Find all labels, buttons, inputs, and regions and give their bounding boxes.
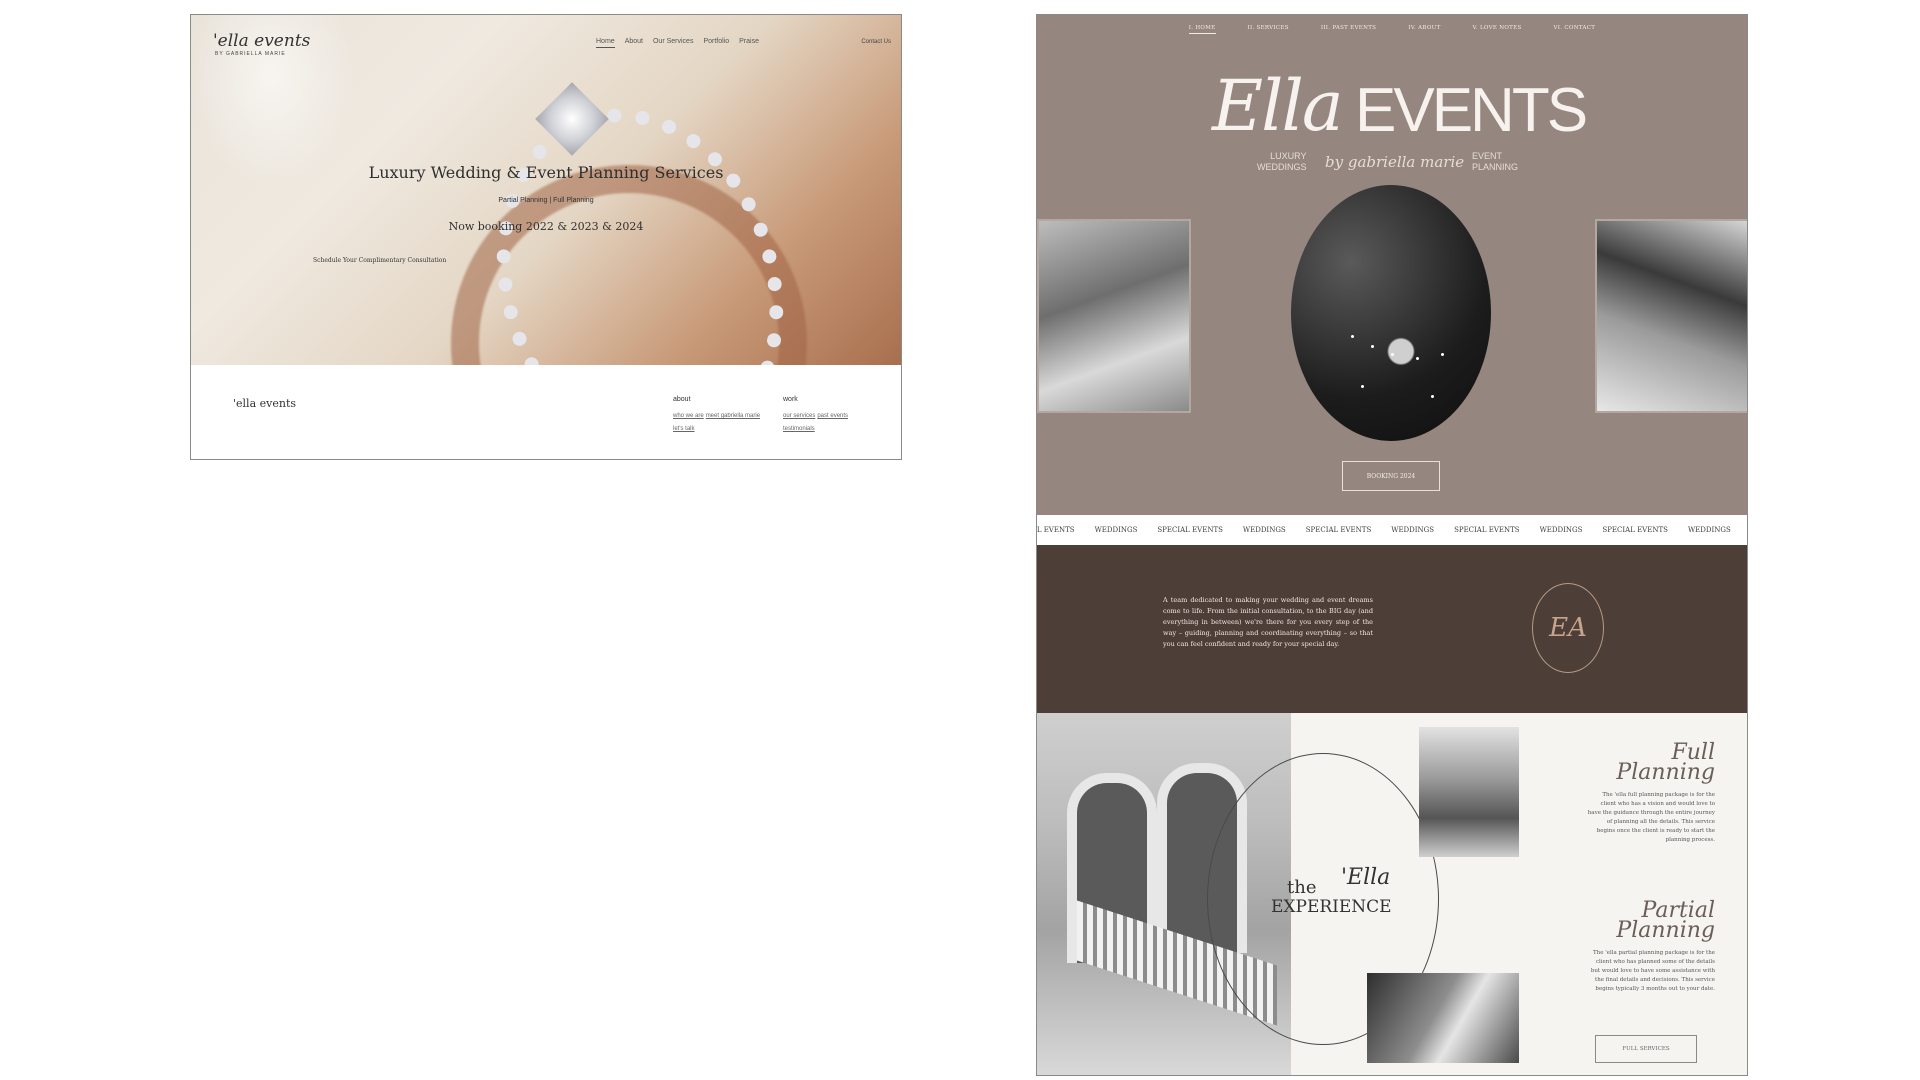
partial-planning-text: The 'ella partial planning package is fo…	[1590, 950, 1715, 992]
full-planning-title: Full Planning	[1616, 740, 1715, 785]
footer-link-our-services[interactable]: our services	[783, 413, 815, 419]
brand-script: Ella	[1212, 65, 1344, 147]
ticker-item: WEDDINGS	[1687, 526, 1731, 534]
ticker-item: SPECIAL EVENTS	[1454, 526, 1520, 534]
hero-ring-photo	[191, 15, 901, 365]
nav-portfolio[interactable]: Portfolio	[703, 38, 729, 48]
string-light	[1351, 335, 1354, 338]
site-logo-subtitle: BY GABRIELLA MARIE	[215, 51, 286, 57]
ceremony-photo	[1419, 727, 1519, 857]
ticker-item: SPECIAL EVENTS	[1305, 526, 1372, 534]
footer-link-past-events[interactable]: past events	[817, 413, 848, 419]
footer-link-lets-talk[interactable]: let's talk	[673, 426, 695, 432]
string-light	[1361, 385, 1364, 388]
ticker-item: SPECIAL EVENTS	[1157, 526, 1223, 534]
ticker-item: IAL EVENTS	[1037, 526, 1075, 534]
nav-home[interactable]: I. HOME	[1188, 25, 1216, 34]
ticker-item: WEDDINGS	[1539, 526, 1583, 534]
nav-about[interactable]: About	[625, 38, 643, 48]
partial-planning-title: Partial Planning	[1616, 898, 1715, 943]
venue-night-oval-photo	[1291, 185, 1491, 441]
tagline-left-line: LUXURY	[1270, 151, 1307, 161]
footer-col-title: work	[783, 396, 798, 403]
ticker-item: SPECIAL EVENTS	[1602, 526, 1668, 534]
full-services-button[interactable]: FULL SERVICES	[1595, 1035, 1697, 1063]
experience-heading: EXPERIENCE	[1271, 897, 1392, 917]
tagline-right-line: PLANNING	[1472, 162, 1519, 172]
string-light	[1441, 353, 1444, 356]
string-light	[1391, 353, 1394, 356]
footer-logo[interactable]: 'ella events	[233, 397, 296, 410]
before-website-mock: 'ella events BY GABRIELLA MARIE Home Abo…	[190, 14, 902, 460]
main-nav: I. HOME II. SERVICES III. PAST EVENTS IV…	[1037, 25, 1747, 34]
nav-our-services[interactable]: Our Services	[653, 38, 693, 48]
site-logo[interactable]: 'ella events	[213, 31, 310, 51]
tagline-left: LUXURY WEDDINGS	[1257, 151, 1307, 173]
brand-caps: EVENTS	[1355, 76, 1588, 145]
footer-link-testimonials[interactable]: testimonials	[783, 426, 815, 432]
contact-us-link[interactable]: Contact Us	[861, 39, 891, 45]
footer-col-work: work our services past events testimonial…	[783, 396, 850, 436]
footer-link-who-we-are[interactable]: who we are	[673, 413, 704, 419]
ticker-item: WEDDINGS	[1094, 526, 1138, 534]
intro-text: A team dedicated to making your wedding …	[1163, 596, 1373, 648]
nav-home[interactable]: Home	[596, 38, 615, 48]
monogram-logo: EA	[1532, 583, 1604, 673]
tagline-left-line: WEDDINGS	[1257, 162, 1307, 172]
ticker-item: WEDDINGS	[1391, 526, 1435, 534]
ring-pave-shape	[452, 70, 828, 365]
booking-text: Now booking 2022 & 2023 & 2024	[448, 220, 644, 233]
after-website-mock: I. HOME II. SERVICES III. PAST EVENTS IV…	[1036, 14, 1748, 1076]
experience-the: the	[1287, 877, 1317, 898]
main-nav: Home About Our Services Portfolio Praise	[596, 38, 759, 48]
couple-kiss-photo	[1595, 219, 1747, 413]
nav-about[interactable]: IV. ABOUT	[1408, 25, 1440, 34]
tagline-right: EVENT PLANNING	[1472, 151, 1518, 173]
string-light	[1371, 345, 1374, 348]
experience-script: 'Ella	[1341, 865, 1391, 890]
intro-band: A team dedicated to making your wedding …	[1037, 545, 1747, 713]
services-ticker: IAL EVENTS WEDDINGS SPECIAL EVENTS WEDDI…	[1037, 515, 1747, 545]
nav-past-events[interactable]: III. PAST EVENTS	[1321, 25, 1376, 34]
full-planning-text: The 'ella full planning package is for t…	[1587, 792, 1715, 843]
tagline-right-line: EVENT	[1472, 151, 1503, 161]
booking-button[interactable]: BOOKING 2024	[1342, 461, 1440, 491]
nav-love-notes[interactable]: V. LOVE NOTES	[1473, 25, 1522, 34]
ticker-item: WEDDINGS	[1242, 526, 1286, 534]
nav-contact[interactable]: VI. CONTACT	[1554, 25, 1596, 34]
footer-col-title: about	[673, 396, 691, 403]
footer-col-about: about who we are meet gabriella marie let…	[673, 396, 762, 436]
nav-praise[interactable]: Praise	[739, 38, 759, 48]
hero-subhead: Partial Planning | Full Planning	[498, 197, 594, 204]
consultation-cta-link[interactable]: Schedule Your Complimentary Consultation	[313, 257, 446, 264]
footer-link-meet-gabriella[interactable]: meet gabriella marie	[706, 413, 760, 419]
reception-photo	[1367, 973, 1519, 1063]
champagne-tower-photo	[1037, 219, 1191, 413]
hero-section: I. HOME II. SERVICES III. PAST EVENTS IV…	[1037, 15, 1747, 515]
string-light	[1431, 395, 1434, 398]
nav-services[interactable]: II. SERVICES	[1248, 25, 1289, 34]
hero-headline: Luxury Wedding & Event Planning Services	[368, 163, 724, 182]
tagline-script: by gabriella marie	[1325, 153, 1465, 171]
string-light	[1416, 357, 1419, 360]
